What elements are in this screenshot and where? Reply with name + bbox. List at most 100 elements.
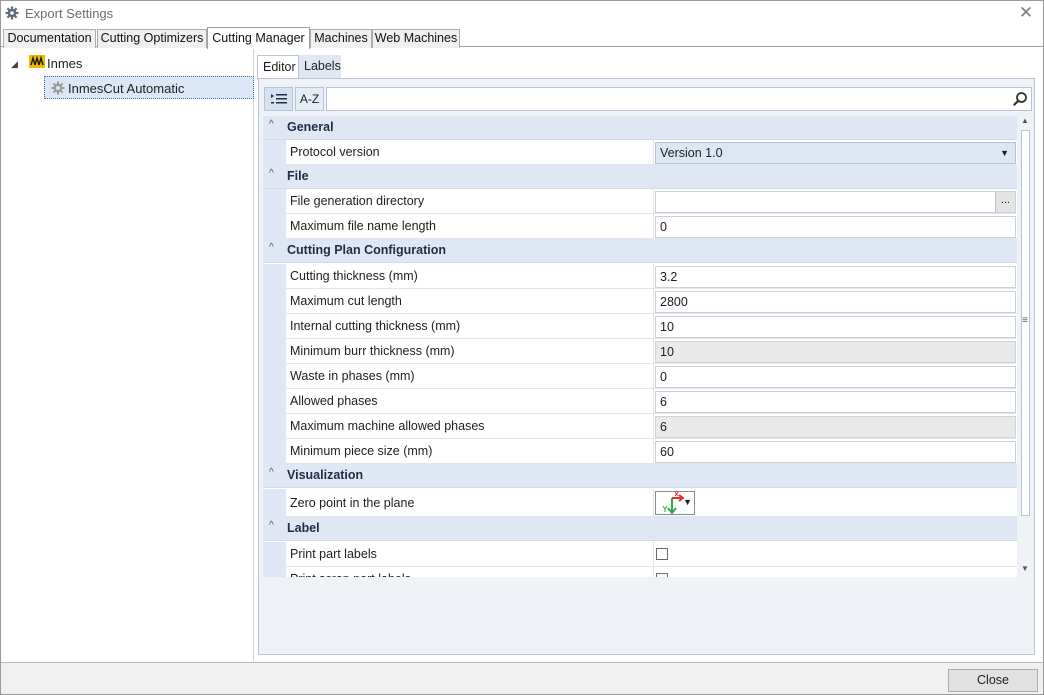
print-part-labels-checkbox[interactable] (656, 548, 668, 560)
window-title: Export Settings (25, 6, 114, 21)
property-name: Print scrap part labels (286, 567, 654, 577)
property-row: Print part labels (263, 542, 1017, 567)
categorized-view-button[interactable] (264, 87, 293, 111)
property-search-input[interactable] (326, 87, 1032, 111)
row-gutter (263, 289, 286, 314)
file-generation-directory-input[interactable]: ... (655, 191, 1016, 213)
category-visualization[interactable]: ^ Visualization (263, 464, 1017, 488)
gear-icon (5, 6, 19, 20)
max-cut-length-input[interactable]: 2800 (655, 291, 1016, 313)
tab-cutting-optimizers[interactable]: Cutting Optimizers (97, 29, 207, 48)
property-value-cell: 0 (654, 364, 1017, 389)
collapse-chevron-icon[interactable]: ^ (269, 467, 274, 478)
tab-machines[interactable]: Machines (310, 29, 372, 48)
tab-web-machines[interactable]: Web Machines (372, 29, 460, 48)
category-file[interactable]: ^ File (263, 165, 1017, 189)
collapse-chevron-icon[interactable]: ^ (269, 168, 274, 179)
property-value-cell: Version 1.0 ▼ (654, 140, 1017, 165)
max-machine-allowed-phases-value: 6 (655, 416, 1016, 438)
property-grid-toolbar: A-Z (264, 87, 1032, 111)
machine-tree: ◢ Inmes InmesCut Automatic (2, 49, 254, 661)
allowed-phases-input[interactable]: 6 (655, 391, 1016, 413)
collapse-chevron-icon[interactable]: ^ (269, 119, 274, 130)
collapse-chevron-icon[interactable]: ^ (269, 520, 274, 531)
select-value: Version 1.0 (660, 146, 723, 160)
property-name: Maximum cut length (286, 289, 654, 314)
property-name: Internal cutting thickness (mm) (286, 314, 654, 339)
alphabetical-view-button[interactable]: A-Z (295, 87, 324, 111)
property-value-cell: 0 (654, 214, 1017, 239)
chevron-down-icon: ▼ (1000, 148, 1009, 158)
row-gutter (263, 140, 286, 165)
category-cutting-plan-configuration[interactable]: ^ Cutting Plan Configuration (263, 239, 1017, 263)
inmes-logo-icon (29, 55, 45, 68)
scroll-thumb[interactable]: ≡ (1021, 130, 1030, 516)
property-name: Maximum machine allowed phases (286, 414, 654, 439)
tree-node-inmescut-automatic[interactable]: InmesCut Automatic (44, 76, 254, 99)
property-value-cell: 10 (654, 339, 1017, 364)
tab-documentation[interactable]: Documentation (3, 29, 96, 48)
zero-point-select[interactable]: ▼ (655, 491, 695, 515)
close-button[interactable]: Close (948, 669, 1038, 692)
property-grid: ^ General Protocol version Version 1.0 ▼… (263, 116, 1017, 577)
close-window-button[interactable]: ✕ (1017, 3, 1035, 23)
search-icon[interactable] (1012, 91, 1028, 107)
min-piece-size-input[interactable]: 60 (655, 441, 1016, 463)
property-row: Zero point in the plane ▼ (263, 489, 1017, 517)
settings-tab-strip: Documentation Cutting Optimizers Cutting… (1, 27, 1043, 49)
property-editor-panel: A-Z ^ General Protocol version Version 1… (258, 78, 1035, 655)
cutting-thickness-input[interactable]: 3.2 (655, 266, 1016, 288)
category-label: Visualization (287, 468, 364, 482)
property-name: Maximum file name length (286, 214, 654, 239)
row-gutter (263, 264, 286, 289)
print-scrap-labels-checkbox[interactable] (656, 573, 668, 577)
property-name: Minimum piece size (mm) (286, 439, 654, 464)
property-row: Protocol version Version 1.0 ▼ (263, 140, 1017, 165)
row-gutter (263, 439, 286, 464)
scroll-up-icon[interactable]: ▲ (1021, 116, 1029, 125)
row-gutter (263, 489, 286, 517)
gear-icon (51, 81, 65, 95)
property-row: Internal cutting thickness (mm) 10 (263, 314, 1017, 339)
internal-cutting-thickness-input[interactable]: 10 (655, 316, 1016, 338)
property-row: Minimum burr thickness (mm) 10 (263, 339, 1017, 364)
waste-in-phases-input[interactable]: 0 (655, 366, 1016, 388)
property-value-cell (654, 567, 1017, 577)
protocol-version-select[interactable]: Version 1.0 ▼ (655, 142, 1016, 164)
chevron-down-icon: ▼ (683, 497, 692, 507)
row-gutter (263, 567, 286, 577)
property-value-cell (654, 542, 1017, 567)
tree-node-inmes[interactable]: Inmes (47, 56, 82, 71)
tree-node-label: InmesCut Automatic (68, 81, 185, 96)
row-gutter (263, 314, 286, 339)
category-general[interactable]: ^ General (263, 116, 1017, 140)
property-value-cell: 6 (654, 414, 1017, 439)
category-label: File (287, 169, 309, 183)
property-value-cell: ... (654, 189, 1017, 214)
property-value-cell: 10 (654, 314, 1017, 339)
property-row: Maximum cut length 2800 (263, 289, 1017, 314)
property-row: Minimum piece size (mm) 60 (263, 439, 1017, 464)
tab-cutting-manager[interactable]: Cutting Manager (207, 27, 310, 49)
axis-origin-icon (662, 492, 684, 514)
property-row: Waste in phases (mm) 0 (263, 364, 1017, 389)
browse-button[interactable]: ... (995, 192, 1015, 212)
row-gutter (263, 389, 286, 414)
category-label: General (287, 120, 334, 134)
tab-labels[interactable]: Labels (299, 55, 341, 79)
min-burr-thickness-value: 10 (655, 341, 1016, 363)
collapse-chevron-icon[interactable]: ^ (269, 242, 274, 253)
property-name: Cutting thickness (mm) (286, 264, 654, 289)
scroll-down-icon[interactable]: ▼ (1021, 564, 1029, 573)
category-label-text: Label (287, 521, 320, 535)
tab-editor[interactable]: Editor (257, 55, 299, 79)
row-gutter (263, 339, 286, 364)
row-gutter (263, 189, 286, 214)
property-row: Print scrap part labels (263, 567, 1017, 577)
tree-expander-icon[interactable]: ◢ (11, 59, 18, 70)
vertical-scrollbar[interactable]: ▲ ≡ ▼ (1020, 116, 1031, 577)
property-name: File generation directory (286, 189, 654, 214)
max-file-name-length-input[interactable]: 0 (655, 216, 1016, 238)
row-gutter (263, 542, 286, 567)
category-label[interactable]: ^ Label (263, 517, 1017, 541)
